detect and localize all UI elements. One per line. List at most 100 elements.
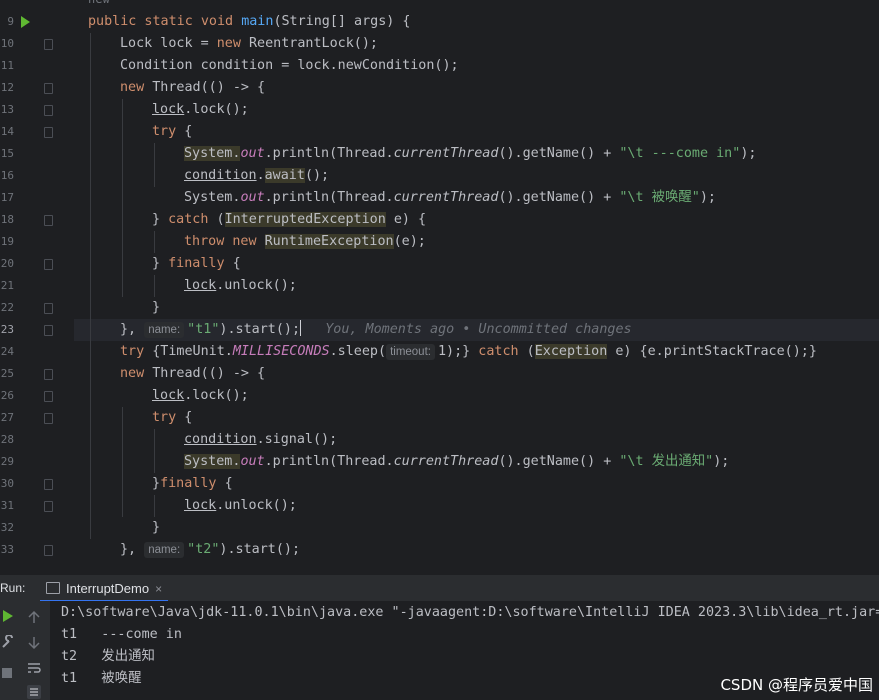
- code-line[interactable]: System.out.println(Thread.currentThread(…: [184, 143, 756, 165]
- fold-marker-icon[interactable]: [44, 39, 53, 50]
- code-line[interactable]: System.out.println(Thread.currentThread(…: [184, 187, 716, 209]
- code-token: );: [740, 146, 757, 161]
- tab-interrupt-demo[interactable]: InterruptDemo ×: [40, 575, 169, 602]
- code-token: lock: [184, 498, 217, 513]
- code-token: currentThread: [393, 190, 499, 205]
- code-token: .unlock();: [216, 278, 297, 293]
- code-token: out: [240, 454, 265, 469]
- code-token: },: [120, 542, 145, 557]
- fold-marker-icon[interactable]: [44, 325, 53, 336]
- code-token: ReentrantLock();: [249, 36, 378, 51]
- code-line[interactable]: } finally {: [152, 253, 241, 275]
- code-token: .lock();: [184, 388, 249, 403]
- line-number: 25: [0, 367, 14, 380]
- line-number: 15: [0, 147, 14, 160]
- gutter-row: 28: [0, 429, 74, 451]
- gutter-row: 20: [0, 253, 74, 275]
- code-line[interactable]: try {: [152, 121, 192, 143]
- line-number: 30: [0, 477, 14, 490]
- fold-marker-icon[interactable]: [44, 369, 53, 380]
- line-number: 23: [0, 323, 14, 336]
- code-token: System.: [184, 190, 241, 205]
- wrench-icon[interactable]: [1, 635, 15, 649]
- arrow-down-icon[interactable]: [28, 636, 40, 650]
- line-number: 14: [0, 125, 14, 138]
- code-editor[interactable]: new 9 10 11 12 13 14 15 16 17 18 19 20 21 22 23 24 25 26 2…: [0, 0, 879, 574]
- code-line[interactable]: }: [152, 517, 160, 539]
- close-icon[interactable]: ×: [155, 582, 162, 596]
- line-number-gutter[interactable]: 9 10 11 12 13 14 15 16 17 18 19 20 21 22 23 24 25 26 27 28 2…: [0, 0, 74, 574]
- fold-marker-icon[interactable]: [44, 501, 53, 512]
- line-number: 21: [0, 279, 14, 292]
- line-number: 24: [0, 345, 14, 358]
- code-token: currentThread: [393, 454, 499, 469]
- code-line[interactable]: lock.unlock();: [184, 275, 297, 297]
- code-line[interactable]: Condition condition = lock.newCondition(…: [120, 55, 459, 77]
- code-line[interactable]: new Thread(() -> {: [120, 77, 265, 99]
- code-token: System.: [184, 454, 241, 469]
- code-token: }: [152, 476, 161, 491]
- fold-marker-icon[interactable]: [44, 545, 53, 556]
- code-line[interactable]: System.out.println(Thread.currentThread(…: [184, 451, 729, 473]
- line-number: 11: [0, 59, 14, 72]
- code-token: ().getName() +: [498, 146, 620, 161]
- fold-marker-icon[interactable]: [44, 303, 53, 314]
- code-token: .println(Thread.: [264, 454, 394, 469]
- code-line[interactable]: } catch (InterruptedException e) {: [152, 209, 426, 231]
- line-number: 19: [0, 235, 14, 248]
- run-gutter-icon[interactable]: [21, 16, 30, 28]
- soft-wrap-icon[interactable]: [27, 661, 41, 675]
- code-line[interactable]: try {: [152, 407, 192, 429]
- scroll-to-end-icon[interactable]: [27, 685, 41, 699]
- fold-marker-icon[interactable]: [44, 127, 53, 138]
- code-token: Thread(() -> {: [152, 80, 266, 95]
- code-line[interactable]: try {TimeUnit.MILLISECONDS.sleep(timeout…: [120, 341, 817, 363]
- code-token: finally: [168, 256, 233, 271]
- code-line[interactable]: throw new RuntimeException(e);: [184, 231, 426, 253]
- code-token: }: [152, 520, 161, 535]
- gutter-row: 9: [0, 11, 74, 33]
- gutter-row: 29: [0, 451, 74, 473]
- fold-marker-icon[interactable]: [44, 413, 53, 424]
- fold-marker-icon[interactable]: [44, 391, 53, 402]
- code-line[interactable]: condition.await();: [184, 165, 329, 187]
- tab-title: InterruptDemo: [66, 581, 150, 596]
- code-line[interactable]: }, name: "t2").start();: [120, 539, 300, 561]
- parameter-hint: name:: [144, 542, 185, 558]
- indent-guide: [154, 143, 155, 187]
- gutter-row: 12: [0, 77, 74, 99]
- code-line[interactable]: lock.unlock();: [184, 495, 297, 517]
- line-number: 27: [0, 411, 14, 424]
- rerun-icon[interactable]: [2, 609, 14, 623]
- code-token: await: [264, 168, 305, 183]
- code-token: }: [152, 256, 169, 271]
- code-token: try: [152, 124, 185, 139]
- code-line[interactable]: }, name: "t1").start(); You, Moments ago …: [120, 319, 632, 341]
- code-token: InterruptedException: [224, 212, 386, 227]
- fold-marker-icon[interactable]: [44, 259, 53, 270]
- code-line[interactable]: new Thread(() -> {: [120, 363, 265, 385]
- arrow-up-icon[interactable]: [28, 610, 40, 624]
- line-number: 22: [0, 301, 14, 314]
- code-token: );: [699, 190, 716, 205]
- fold-marker-icon[interactable]: [44, 215, 53, 226]
- code-line[interactable]: condition.signal();: [184, 429, 337, 451]
- code-line[interactable]: lock.lock();: [152, 385, 249, 407]
- gutter-row: 21: [0, 275, 74, 297]
- code-line[interactable]: }finally {: [152, 473, 233, 495]
- code-line[interactable]: public static void main(String[] args) {: [88, 11, 411, 33]
- fold-marker-icon[interactable]: [44, 479, 53, 490]
- code-token: .lock();: [184, 102, 249, 117]
- line-number: 13: [0, 103, 14, 116]
- code-area[interactable]: public static void main(String[] args) {…: [74, 0, 879, 574]
- stop-icon[interactable]: [1, 667, 13, 679]
- code-line[interactable]: lock.lock();: [152, 99, 249, 121]
- fold-marker-icon[interactable]: [44, 83, 53, 94]
- code-line[interactable]: }: [152, 297, 160, 319]
- code-line[interactable]: Lock lock = new ReentrantLock();: [120, 33, 378, 55]
- code-token: ().getName() +: [498, 454, 620, 469]
- code-token: .signal();: [256, 432, 338, 447]
- line-number: 29: [0, 455, 14, 468]
- fold-marker-icon[interactable]: [44, 105, 53, 116]
- gutter-row: 31: [0, 495, 74, 517]
